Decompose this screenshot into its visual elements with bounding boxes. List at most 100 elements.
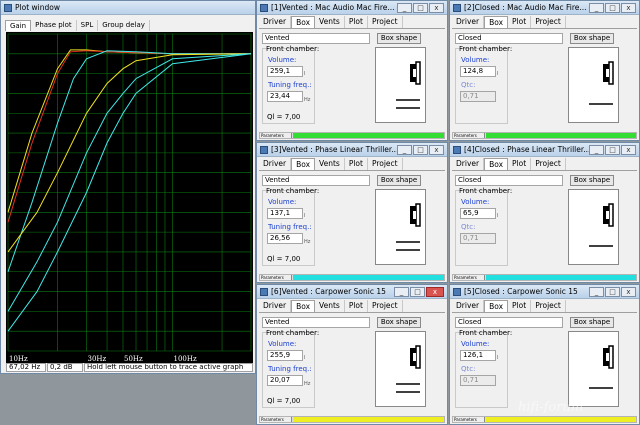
minimize-button[interactable]: _ — [589, 145, 604, 155]
box-preview — [375, 189, 426, 265]
box-type-select[interactable]: Closed — [455, 317, 563, 328]
x-tick-label: 10Hz — [9, 355, 28, 363]
box-shape-button[interactable]: Box shape — [570, 175, 614, 186]
window-titlebar[interactable]: [1]Vented : Mac Audio Mac Fire... _ □ x — [257, 1, 447, 15]
window-title: [6]Vented : Carpower Sonic 15 — [271, 287, 386, 296]
tab-vents[interactable]: Vents — [315, 300, 345, 312]
tab-plot[interactable]: Plot — [508, 16, 532, 28]
app-icon — [260, 146, 268, 154]
tuning-field[interactable]: 20,07 — [267, 375, 303, 386]
parameters-label: Parameters — [260, 133, 292, 138]
close-button[interactable]: x — [621, 145, 636, 155]
tab-spl[interactable]: SPL — [76, 20, 99, 31]
box-type-select[interactable]: Vented — [262, 317, 370, 328]
maximize-button[interactable]: □ — [410, 287, 425, 297]
close-button[interactable]: x — [426, 287, 444, 297]
box-shape-button[interactable]: Box shape — [377, 33, 421, 44]
box-preview — [568, 331, 619, 407]
tab-box[interactable]: Box — [484, 300, 509, 312]
maximize-button[interactable]: □ — [605, 145, 620, 155]
maximize-button[interactable]: □ — [413, 3, 428, 13]
front-chamber-label: Front chamber: — [459, 329, 513, 337]
window-controls: _ □ x — [589, 287, 636, 297]
tab-driver[interactable]: Driver — [259, 158, 292, 170]
box-type-select[interactable]: Vented — [262, 175, 370, 186]
volume-field[interactable]: 65,9 — [460, 208, 496, 219]
plot-background — [6, 32, 253, 363]
window-titlebar[interactable]: [6]Vented : Carpower Sonic 15 _ □ x — [257, 285, 447, 299]
tab-phase-plot[interactable]: Phase plot — [31, 20, 77, 31]
tuning-label: Tuning freq.: — [268, 223, 312, 231]
minimize-button[interactable]: _ — [589, 287, 604, 297]
parameters-label: Parameters — [260, 417, 292, 422]
volume-unit: l — [497, 355, 499, 361]
tab-group-delay[interactable]: Group delay — [98, 20, 150, 31]
front-chamber-label: Front chamber: — [459, 187, 513, 195]
window-titlebar[interactable]: [3]Vented : Phase Linear Thriller... _ □… — [257, 143, 447, 157]
plot-window-titlebar[interactable]: Plot window — [1, 1, 255, 15]
minimize-button[interactable]: _ — [394, 287, 409, 297]
box-shape-button[interactable]: Box shape — [377, 175, 421, 186]
tab-project[interactable]: Project — [367, 158, 403, 170]
window-titlebar[interactable]: [2]Closed : Mac Audio Mac Fire... _ □ x — [450, 1, 639, 15]
tab-driver[interactable]: Driver — [452, 158, 485, 170]
minimize-button[interactable]: _ — [397, 145, 412, 155]
tab-box[interactable]: Box — [291, 300, 316, 312]
tab-driver[interactable]: Driver — [259, 16, 292, 28]
gain-plot[interactable]: 10Hz 30Hz 50Hz 100Hz — [6, 32, 253, 363]
volume-field[interactable]: 124,8 — [460, 66, 496, 77]
tab-driver[interactable]: Driver — [452, 300, 485, 312]
tab-project[interactable]: Project — [531, 300, 566, 312]
box-shape-button[interactable]: Box shape — [377, 317, 421, 328]
tab-driver[interactable]: Driver — [452, 16, 485, 28]
box-type-select[interactable]: Closed — [455, 175, 563, 186]
app-icon — [453, 288, 461, 296]
tab-project[interactable]: Project — [367, 300, 403, 312]
maximize-button[interactable]: □ — [605, 3, 620, 13]
window-titlebar[interactable]: [4]Closed : Phase Linear Thriller... _ □… — [450, 143, 639, 157]
close-button[interactable]: x — [621, 3, 636, 13]
tab-project[interactable]: Project — [531, 158, 566, 170]
volume-field[interactable]: 137,1 — [267, 208, 303, 219]
tuning-field[interactable]: 23,44 — [267, 91, 303, 102]
box-shape-diagram — [396, 61, 421, 109]
tab-gain[interactable]: Gain — [5, 20, 32, 31]
tab-vents[interactable]: Vents — [315, 158, 345, 170]
box-shape-button[interactable]: Box shape — [570, 33, 614, 44]
box-preview — [375, 331, 426, 407]
tab-box[interactable]: Box — [291, 16, 316, 28]
tab-plot[interactable]: Plot — [344, 16, 368, 28]
qtc-field: 0,71 — [460, 375, 496, 386]
volume-label: Volume: — [461, 56, 490, 64]
tab-box[interactable]: Box — [291, 158, 316, 170]
volume-field[interactable]: 126,1 — [460, 350, 496, 361]
tab-plot[interactable]: Plot — [344, 158, 368, 170]
maximize-button[interactable]: □ — [413, 145, 428, 155]
status-color-fill — [293, 417, 444, 422]
tuning-unit: Hz — [304, 239, 311, 245]
volume-field[interactable]: 255,9 — [267, 350, 303, 361]
minimize-button[interactable]: _ — [589, 3, 604, 13]
close-button[interactable]: x — [621, 287, 636, 297]
tab-box[interactable]: Box — [484, 158, 509, 170]
tuning-field[interactable]: 26,56 — [267, 233, 303, 244]
box-type-select[interactable]: Closed — [455, 33, 563, 44]
close-button[interactable]: x — [429, 145, 444, 155]
tab-project[interactable]: Project — [531, 16, 566, 28]
tab-project[interactable]: Project — [367, 16, 403, 28]
tab-box[interactable]: Box — [484, 16, 509, 28]
tab-plot[interactable]: Plot — [508, 300, 532, 312]
tab-plot[interactable]: Plot — [344, 300, 368, 312]
tab-vents[interactable]: Vents — [315, 16, 345, 28]
minimize-button[interactable]: _ — [397, 3, 412, 13]
box-type-select[interactable]: Vented — [262, 33, 370, 44]
tab-plot[interactable]: Plot — [508, 158, 532, 170]
maximize-button[interactable]: □ — [605, 287, 620, 297]
tab-driver[interactable]: Driver — [259, 300, 292, 312]
close-button[interactable]: x — [429, 3, 444, 13]
window-titlebar[interactable]: [5]Closed : Carpower Sonic 15 _ □ x — [450, 285, 639, 299]
box-window-5: [6]Vented : Carpower Sonic 15 _ □ x Driv… — [256, 284, 448, 425]
box-shape-button[interactable]: Box shape — [570, 317, 614, 328]
volume-field[interactable]: 259,1 — [267, 66, 303, 77]
parameters-label: Parameters — [453, 133, 485, 138]
